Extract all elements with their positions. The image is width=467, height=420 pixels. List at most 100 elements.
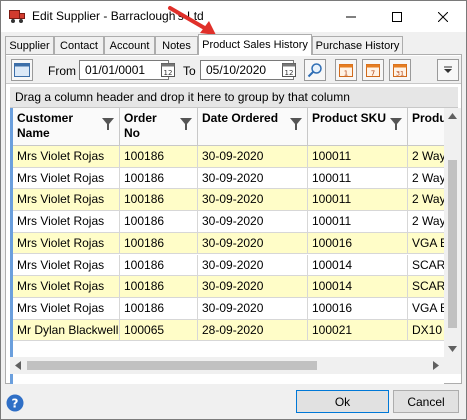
- table-cell: 100016: [308, 297, 408, 319]
- close-button[interactable]: [420, 1, 466, 32]
- filter-icon[interactable]: [102, 118, 114, 130]
- table-row[interactable]: Mrs Violet Rojas 100186 30-09-2020 100014 SC…: [10, 254, 444, 277]
- column-header-date-ordered[interactable]: Date Ordered: [198, 108, 308, 146]
- ok-button[interactable]: Ok: [296, 390, 389, 413]
- table-cell: 100186: [120, 254, 198, 276]
- column-label: Date Ordered: [202, 111, 279, 125]
- table-cell: 100011: [308, 146, 408, 167]
- table-cell: VGA E: [408, 233, 444, 254]
- table-cell: 100186: [120, 232, 198, 254]
- svg-text:?: ?: [12, 397, 19, 411]
- table-row[interactable]: Mrs Violet Rojas 100186 30-09-2020 100011 2 …: [10, 189, 444, 212]
- table-cell: 100186: [120, 189, 198, 211]
- table-cell: 100065: [120, 319, 198, 341]
- scrollbar-corner: [444, 357, 461, 374]
- grid-row-indicator-bar: [10, 108, 13, 384]
- edit-supplier-window: Edit Supplier - Barraclough's Ltd Suppli…: [0, 0, 467, 420]
- maximize-icon: [392, 11, 402, 22]
- table-cell: SCAR: [408, 276, 444, 297]
- cancel-button[interactable]: Cancel: [393, 390, 459, 413]
- quick-range-31-day-button[interactable]: 31: [389, 59, 411, 81]
- to-calendar-icon[interactable]: 12: [281, 61, 297, 78]
- table-cell: 2 Way: [408, 168, 444, 189]
- scroll-down-arrow-icon[interactable]: [448, 346, 457, 352]
- grid-header: Customer Name Order No Date Ordered Prod…: [10, 108, 444, 146]
- table-cell: 2 Way: [408, 146, 444, 167]
- column-header-customer-name[interactable]: Customer Name: [13, 108, 120, 146]
- svg-text:12: 12: [285, 69, 294, 77]
- tab-product-sales-history[interactable]: Product Sales History: [198, 34, 312, 55]
- filter-icon[interactable]: [390, 118, 402, 130]
- minimize-button[interactable]: [328, 1, 374, 32]
- table-row[interactable]: Mrs Violet Rojas 100186 30-09-2020 100011 2 …: [10, 146, 444, 168]
- table-cell: 100011: [308, 167, 408, 189]
- scroll-right-arrow-icon[interactable]: [433, 361, 439, 370]
- from-date-input[interactable]: 01/01/0001: [79, 60, 169, 80]
- help-icon[interactable]: ?: [6, 394, 24, 412]
- from-calendar-icon[interactable]: 12: [160, 61, 176, 78]
- table-cell: 100011: [308, 189, 408, 211]
- scroll-left-arrow-icon[interactable]: [15, 361, 21, 370]
- table-cell: Mrs Violet Rojas: [13, 167, 120, 189]
- table-cell: 30-09-2020: [198, 167, 308, 189]
- table-cell: Mrs Violet Rojas: [13, 297, 120, 319]
- table-cell: 100186: [120, 167, 198, 189]
- table-cell: 100186: [120, 211, 198, 232]
- group-by-panel[interactable]: Drag a column header and drop it here to…: [10, 87, 458, 108]
- filter-icon[interactable]: [290, 118, 302, 130]
- svg-text:1: 1: [344, 70, 348, 78]
- column-header-product[interactable]: Product: [408, 108, 444, 146]
- table-cell: 30-09-2020: [198, 297, 308, 319]
- table-cell: DX10: [408, 320, 444, 341]
- table-row[interactable]: Mrs Violet Rojas 100186 30-09-2020 100014 SC…: [10, 276, 444, 298]
- truck-icon: [9, 10, 25, 23]
- table-row[interactable]: Mrs Violet Rojas 100186 30-09-2020 100011 2 …: [10, 167, 444, 190]
- column-header-product-sku[interactable]: Product SKU: [308, 108, 408, 146]
- table-cell: 100186: [120, 276, 198, 297]
- table-cell: Mrs Violet Rojas: [13, 254, 120, 276]
- tab-supplier[interactable]: Supplier: [5, 36, 54, 54]
- table-cell: Mrs Violet Rojas: [13, 276, 120, 297]
- vertical-scrollbar[interactable]: [444, 108, 461, 357]
- column-header-order-no[interactable]: Order No: [120, 108, 198, 146]
- toolbar-menu-button[interactable]: [437, 59, 459, 81]
- svg-text:12: 12: [164, 69, 173, 77]
- tab-account[interactable]: Account: [104, 36, 155, 54]
- table-cell: Mrs Violet Rojas: [13, 211, 120, 232]
- table-cell: 100014: [308, 254, 408, 276]
- calendar-day-icon: 1: [339, 64, 353, 78]
- table-row[interactable]: Mr Dylan Blackwell 100065 28-09-2020 100021…: [10, 319, 444, 342]
- filter-icon[interactable]: [180, 118, 192, 130]
- to-date-input[interactable]: 05/10/2020: [200, 60, 294, 80]
- column-label: Product: [412, 111, 444, 125]
- horizontal-scrollbar[interactable]: [10, 357, 444, 374]
- sales-history-grid: Customer Name Order No Date Ordered Prod…: [10, 108, 444, 384]
- table-row[interactable]: Mrs Violet Rojas 100186 30-09-2020 100011 2 …: [10, 211, 444, 233]
- table-cell: Mr Dylan Blackwell: [13, 319, 120, 341]
- svg-text:31: 31: [396, 70, 404, 78]
- table-cell: 100186: [120, 146, 198, 167]
- search-button[interactable]: [304, 59, 326, 81]
- column-label: Product SKU: [312, 111, 387, 125]
- vertical-scroll-thumb[interactable]: [448, 160, 457, 328]
- horizontal-scroll-thumb[interactable]: [27, 361, 317, 370]
- filter-toolbar: From 01/01/0001 12 To 05/10/2020 12 1 7 …: [6, 56, 461, 84]
- scroll-up-arrow-icon[interactable]: [448, 113, 457, 119]
- quick-range-7-day-button[interactable]: 7: [362, 59, 384, 81]
- table-row[interactable]: Mrs Violet Rojas 100186 30-09-2020 100016 VG…: [10, 297, 444, 320]
- table-cell: 30-09-2020: [198, 211, 308, 232]
- table-cell: 30-09-2020: [198, 146, 308, 167]
- layout-button[interactable]: [11, 59, 33, 81]
- quick-range-1-day-button[interactable]: 1: [335, 59, 357, 81]
- maximize-button[interactable]: [374, 1, 420, 32]
- calendar-month-icon: 31: [393, 64, 407, 78]
- table-cell: 100011: [308, 211, 408, 232]
- search-icon: [307, 63, 322, 78]
- table-row[interactable]: Mrs Violet Rojas 100186 30-09-2020 100016 VG…: [10, 232, 444, 255]
- minimize-icon: [346, 16, 356, 17]
- table-cell: 30-09-2020: [198, 232, 308, 254]
- tab-contact[interactable]: Contact: [54, 36, 104, 54]
- close-icon: [438, 11, 448, 22]
- svg-text:7: 7: [371, 70, 375, 78]
- tab-purchase-history[interactable]: Purchase History: [312, 36, 403, 54]
